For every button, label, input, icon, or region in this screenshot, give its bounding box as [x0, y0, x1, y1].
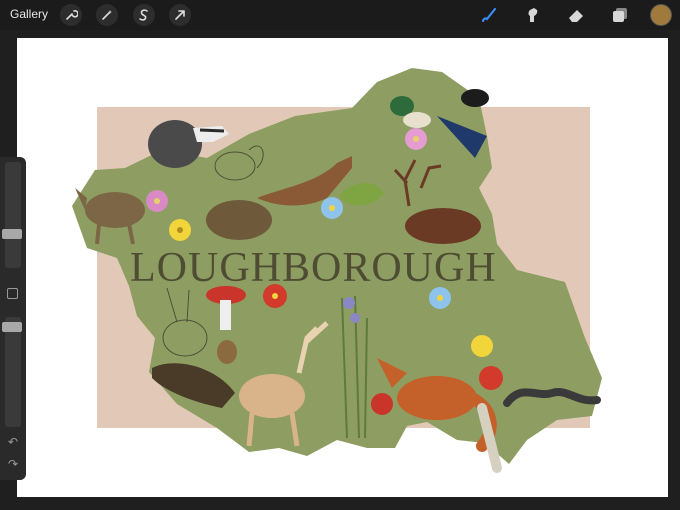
gallery-button[interactable]: Gallery [10, 7, 48, 21]
redo-icon[interactable]: ↷ [5, 457, 21, 471]
pink-flower [146, 190, 168, 212]
artwork: LOUGHBOROUGH [72, 68, 602, 473]
drawing-canvas[interactable]: LOUGHBOROUGH [17, 38, 668, 497]
pink-flower-2 [405, 128, 427, 150]
brush-size-handle[interactable] [2, 229, 22, 239]
toad-illustration [206, 200, 272, 240]
selection-icon[interactable] [133, 4, 155, 26]
yellow-flower-2 [471, 335, 493, 357]
brush-size-slider[interactable] [2, 162, 22, 268]
blue-flower [321, 197, 343, 219]
magic-wand-icon[interactable] [96, 4, 118, 26]
red-flower-2 [479, 366, 503, 390]
top-toolbar: Gallery [0, 0, 680, 30]
ladybird-illustration [371, 393, 393, 415]
acorn-illustration [217, 340, 237, 364]
wrench-icon[interactable] [60, 4, 82, 26]
undo-icon[interactable]: ↶ [5, 435, 21, 449]
beetle-illustration [461, 89, 489, 107]
brush-icon[interactable] [478, 4, 500, 26]
smudge-icon[interactable] [522, 4, 544, 26]
opacity-handle[interactable] [2, 322, 22, 332]
yellow-flower [169, 219, 191, 241]
color-picker[interactable] [650, 4, 672, 26]
left-sidebar: ↶ ↷ [0, 157, 26, 480]
opacity-slider[interactable] [2, 317, 22, 427]
layers-icon[interactable] [609, 4, 631, 26]
square-icon[interactable] [7, 288, 18, 299]
eraser-icon[interactable] [565, 4, 587, 26]
transform-arrow-icon[interactable] [169, 4, 191, 26]
map-title: LOUGHBOROUGH [130, 245, 497, 291]
